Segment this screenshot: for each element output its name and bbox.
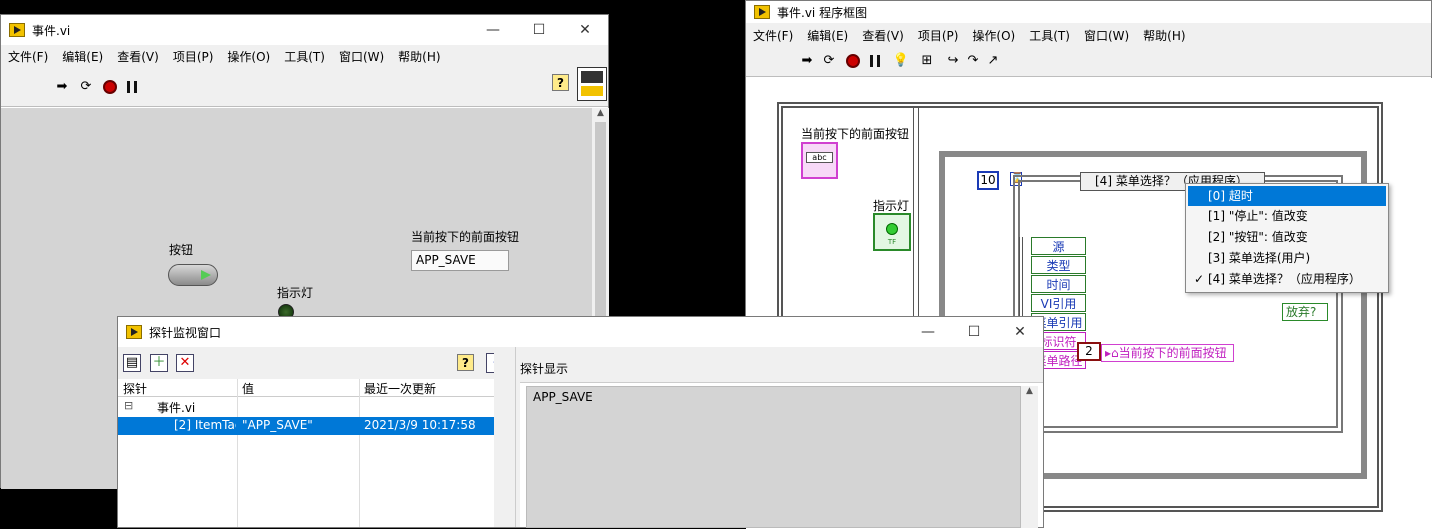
event-case-item[interactable]: ✓ [4] 菜单选择？（应用程序） xyxy=(1188,269,1386,290)
add-probe-icon[interactable]: ＋ xyxy=(150,354,168,372)
labview-app-icon xyxy=(9,23,25,37)
pause-icon[interactable] xyxy=(867,53,883,69)
indicator-terminal-icon: TF xyxy=(887,238,897,246)
event-case-dropdown: [0] 超时 [1] "停止": 值改变 [2] "按钮": 值改变 [3] 菜… xyxy=(1185,183,1389,293)
menu-operate[interactable]: 操作(O) xyxy=(220,48,277,65)
probe-titlebar[interactable]: 探针监视窗口 — ☐ ✕ xyxy=(118,317,1043,347)
menu-help[interactable]: 帮助(H) xyxy=(1136,27,1192,44)
table-header: 探针 值 最近一次更新 xyxy=(118,379,494,397)
string-indicator-label: 当前按下的前面按钮 xyxy=(411,230,520,244)
step-out-icon[interactable]: ↗ xyxy=(985,53,1001,69)
menu-file[interactable]: 文件(F) xyxy=(746,27,800,44)
menu-edit[interactable]: 编辑(E) xyxy=(800,27,855,44)
highlight-execution-icon[interactable]: 💡 xyxy=(893,53,909,69)
close-icon[interactable]: ✕ xyxy=(562,15,608,45)
minimize-icon[interactable]: — xyxy=(905,317,951,347)
tree-row-parent[interactable]: ⊟ 事件.vi xyxy=(118,398,494,416)
menu-help[interactable]: 帮助(H) xyxy=(391,48,447,65)
block-diagram-menubar: 文件(F) 编辑(E) 查看(V) 项目(P) 操作(O) 工具(T) 窗口(W… xyxy=(746,23,1431,47)
run-continuously-icon[interactable]: ⟳ xyxy=(78,79,94,95)
discard-terminal[interactable]: 放弃? xyxy=(1282,303,1328,321)
delete-probe-icon[interactable]: ✕ xyxy=(176,354,194,372)
abort-icon[interactable] xyxy=(102,79,118,95)
minimize-icon[interactable]: — xyxy=(470,15,516,45)
menu-window[interactable]: 窗口(W) xyxy=(332,48,391,65)
event-node-item: 类型 xyxy=(1031,256,1086,274)
menu-project[interactable]: 项目(P) xyxy=(166,48,221,65)
abort-icon[interactable] xyxy=(845,53,861,69)
event-case-item[interactable]: [3] 菜单选择(用户) xyxy=(1188,248,1386,269)
probe-title: 探针监视窗口 xyxy=(149,325,222,340)
run-arrow-icon[interactable]: ➡ xyxy=(799,53,815,69)
menu-file[interactable]: 文件(F) xyxy=(1,48,55,65)
front-panel-toolbar: ➡ ⟳ ? xyxy=(1,67,608,107)
button-label: 按钮 xyxy=(169,243,194,257)
menu-edit[interactable]: 编辑(E) xyxy=(55,48,110,65)
labview-app-icon xyxy=(754,5,770,19)
front-panel-menubar: 文件(F) 编辑(E) 查看(V) 项目(P) 操作(O) 工具(T) 窗口(W… xyxy=(1,45,608,67)
event-case-item[interactable]: [2] "按钮": 值改变 xyxy=(1188,227,1386,248)
probe-display-scrollbar[interactable]: ▲ xyxy=(1021,386,1038,528)
probe-watch-window: 探针监视窗口 — ☐ ✕ ▤ ＋ ✕ ? « 探针 值 最近一次更新 ⊟ 事件.… xyxy=(117,316,1044,528)
event-case-item[interactable]: [0] 超时 xyxy=(1188,186,1386,206)
menu-view[interactable]: 查看(V) xyxy=(855,27,911,44)
boolean-button[interactable] xyxy=(168,264,218,286)
indicator-label: 指示灯 xyxy=(277,286,314,300)
new-probe-icon[interactable]: ▤ xyxy=(123,354,141,372)
block-diagram-toolbar: ➡ ⟳ 💡 ⊞ ↪ ↷ ↗ xyxy=(746,47,1431,77)
block-diagram-title: 事件.vi 程序框图 xyxy=(777,5,868,20)
event-node-item: 时间 xyxy=(1031,275,1086,293)
menu-operate[interactable]: 操作(O) xyxy=(965,27,1022,44)
timeout-constant[interactable]: 10 xyxy=(977,171,999,190)
probe-body: ▤ ＋ ✕ ? « 探针 值 最近一次更新 ⊟ 事件.vi [2] ItemTa… xyxy=(118,347,1043,528)
probe-toolbar: ▤ ＋ ✕ ? « xyxy=(118,347,516,379)
string-terminal[interactable]: abc xyxy=(801,142,838,179)
context-help-icon[interactable]: ? xyxy=(457,354,474,371)
check-icon: ✓ xyxy=(1194,272,1205,286)
index-constant[interactable]: 2 xyxy=(1077,342,1101,361)
tree-expander-icon[interactable]: ⊟ xyxy=(124,399,133,412)
menu-view[interactable]: 查看(V) xyxy=(110,48,166,65)
button-led-icon xyxy=(201,270,211,280)
table-row[interactable]: [2] ItemTag "APP_SAVE" 2021/3/9 10:17:58 xyxy=(118,417,494,435)
event-node-item: VI引用 xyxy=(1031,294,1086,312)
step-into-icon[interactable]: ↪ xyxy=(945,53,961,69)
indicator-terminal-led-icon xyxy=(886,223,898,235)
column-header-probe[interactable]: 探针 xyxy=(123,380,147,397)
pause-icon[interactable] xyxy=(124,79,140,95)
probe-display: APP_SAVE ▲ xyxy=(520,382,1043,528)
string-indicator: APP_SAVE xyxy=(411,250,509,271)
menu-tools[interactable]: 工具(T) xyxy=(277,48,332,65)
step-over-icon[interactable]: ↷ xyxy=(965,53,981,69)
string-terminal-icon: abc xyxy=(806,152,833,163)
column-header-updated[interactable]: 最近一次更新 xyxy=(364,380,436,397)
probe-display-field: APP_SAVE xyxy=(526,386,1021,528)
indicator-terminal-label: 指示灯 xyxy=(873,199,910,213)
menu-project[interactable]: 项目(P) xyxy=(911,27,966,44)
labview-app-icon xyxy=(126,325,142,339)
indicator-terminal[interactable]: TF xyxy=(873,213,911,251)
vi-connector-icon xyxy=(577,67,607,101)
front-panel-titlebar[interactable]: 事件.vi — ☐ ✕ xyxy=(1,15,608,45)
menu-tools[interactable]: 工具(T) xyxy=(1022,27,1077,44)
close-icon[interactable]: ✕ xyxy=(997,317,1043,347)
front-panel-title: 事件.vi xyxy=(32,23,71,38)
maximize-icon[interactable]: ☐ xyxy=(951,317,997,347)
maximize-icon[interactable]: ☐ xyxy=(516,15,562,45)
probe-display-label: 探针显示 xyxy=(520,362,569,376)
event-case-item[interactable]: [1] "停止": 值改变 xyxy=(1188,206,1386,227)
menu-window[interactable]: 窗口(W) xyxy=(1077,27,1136,44)
retain-wire-values-icon[interactable]: ⊞ xyxy=(919,53,935,69)
run-arrow-icon[interactable]: ➡ xyxy=(54,79,70,95)
string-terminal-label: 当前按下的前面按钮 xyxy=(801,127,910,141)
probe-splitter[interactable] xyxy=(494,347,516,527)
local-variable[interactable]: ▸⌂当前按下的前面按钮 xyxy=(1101,344,1234,362)
context-help-icon[interactable]: ? xyxy=(552,74,569,91)
block-diagram-titlebar[interactable]: 事件.vi 程序框图 xyxy=(746,1,1431,23)
local-variable-arrow-icon: ▸⌂ xyxy=(1105,346,1119,360)
column-header-value[interactable]: 值 xyxy=(242,380,254,397)
run-continuously-icon[interactable]: ⟳ xyxy=(821,53,837,69)
event-node-item: 源 xyxy=(1031,237,1086,255)
probe-table: 探针 值 最近一次更新 ⊟ 事件.vi [2] ItemTag "APP_SAV… xyxy=(118,379,494,527)
